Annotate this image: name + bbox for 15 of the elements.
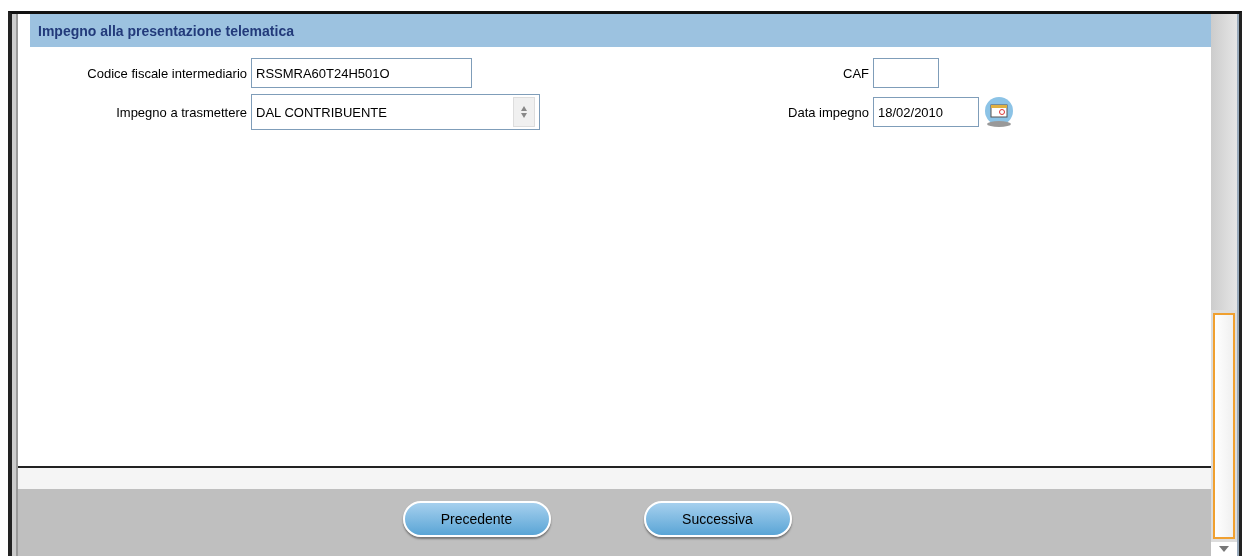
scrollbar-thumb[interactable] [1213, 313, 1235, 539]
scrollbar[interactable] [1211, 14, 1239, 556]
text-field[interactable] [873, 58, 939, 88]
spinner-arrows-icon [513, 97, 535, 127]
calendar-icon[interactable] [983, 97, 1015, 127]
date-field[interactable]: 18/02/2010 [873, 97, 979, 127]
field-label: Impegno a trasmettere [115, 104, 247, 120]
field-label: CAF [842, 65, 869, 81]
section-title: Impegno alla presentazione telematica [38, 22, 294, 39]
nav-button[interactable]: Successiva [643, 501, 792, 537]
dropdown[interactable]: DAL CONTRIBUENTE [251, 94, 540, 130]
text-field[interactable]: RSSMRA60T24H501O [251, 58, 472, 88]
nav-button[interactable]: Precedente [402, 501, 551, 537]
field-label: Codice fiscale intermediario [86, 65, 247, 81]
field-label: Data impegno [787, 104, 869, 120]
